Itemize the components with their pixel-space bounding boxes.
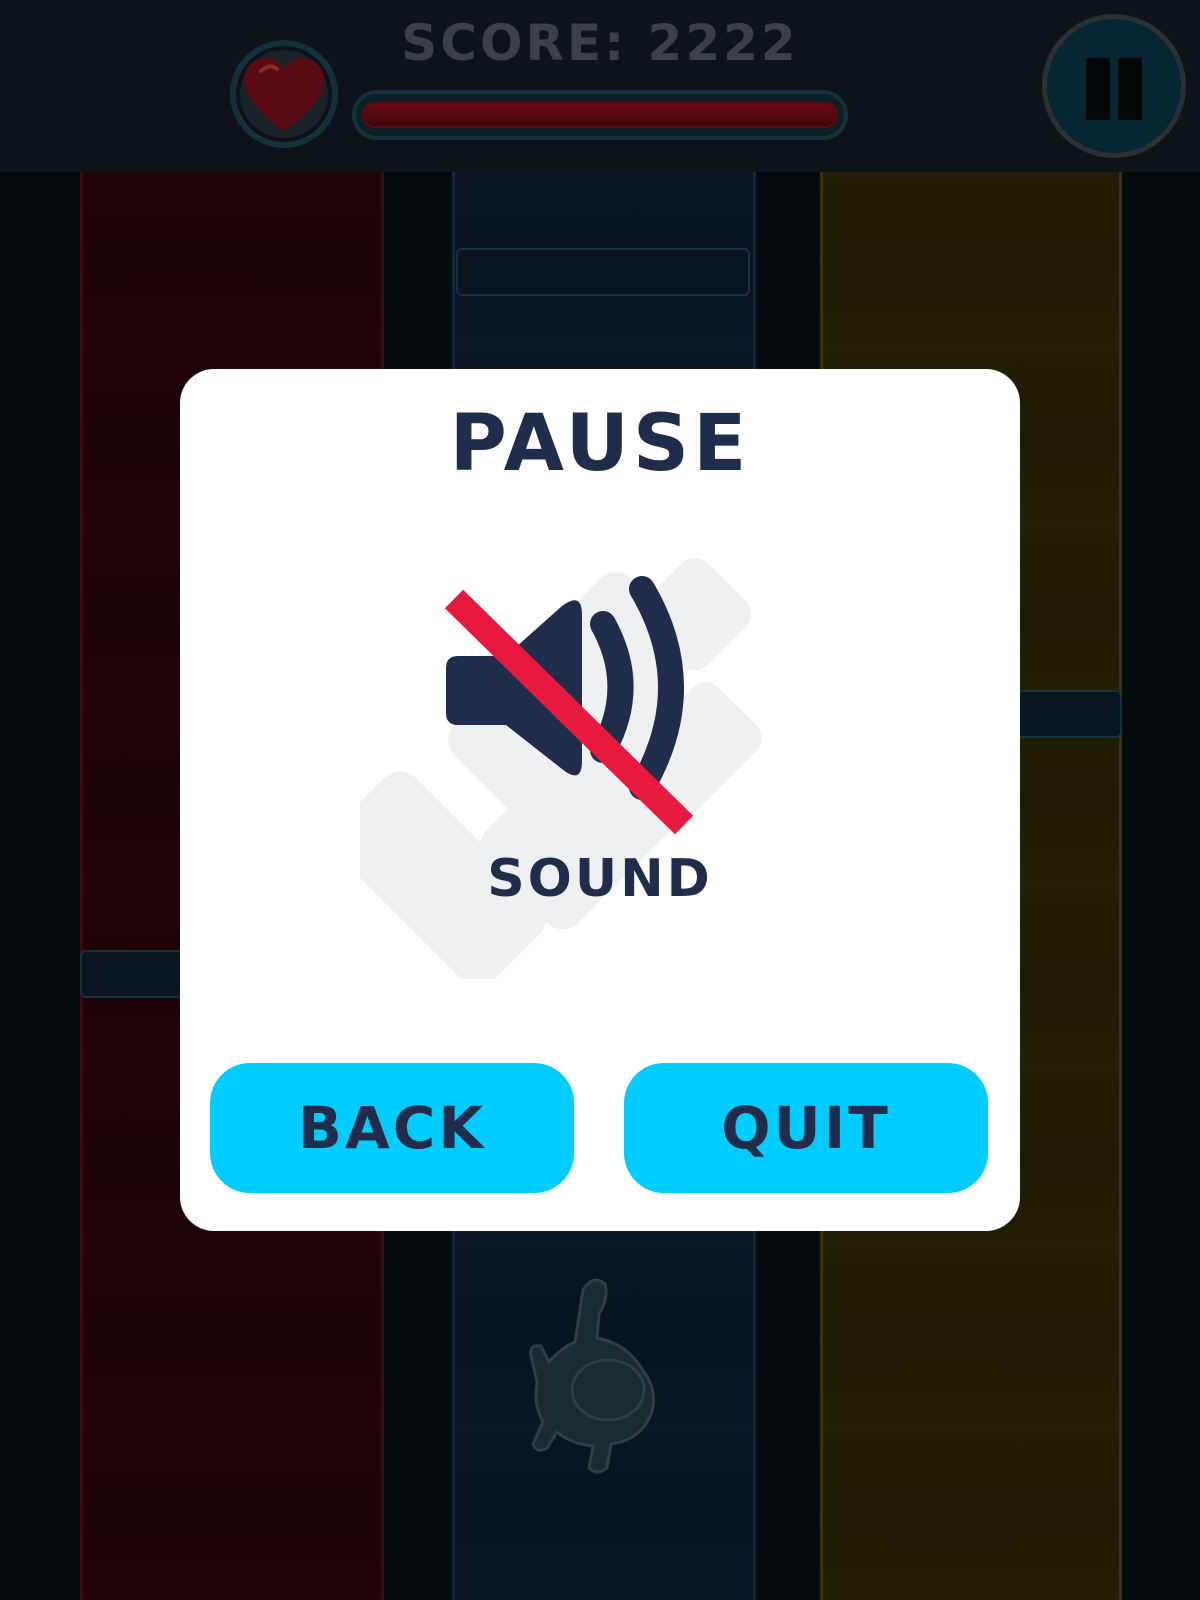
speaker-muted-icon: [360, 557, 762, 979]
back-button[interactable]: BACK: [210, 1063, 574, 1193]
quit-button[interactable]: QUIT: [624, 1063, 988, 1193]
dialog-title: PAUSE: [449, 399, 751, 489]
sound-toggle[interactable]: [360, 539, 840, 979]
lives-badge: [230, 40, 338, 148]
player-character: [529, 1278, 655, 1474]
health-bar: [352, 90, 848, 140]
health-bar-fill: [362, 102, 838, 128]
pause-dialog: PAUSE SOUND BACK QUIT: [180, 369, 1020, 1231]
heart-icon: [244, 58, 324, 131]
lane-tile: [456, 248, 750, 296]
score-display: SCORE: 2222: [401, 14, 799, 72]
game-screen: SCORE: 2222 PAUSE SOUND BACK QUIT: [0, 0, 1200, 1600]
hud-bar: SCORE: 2222: [0, 0, 1200, 172]
lane-tile: [80, 950, 194, 998]
sound-label: SOUND: [487, 849, 713, 909]
pause-button[interactable]: [1042, 14, 1186, 158]
